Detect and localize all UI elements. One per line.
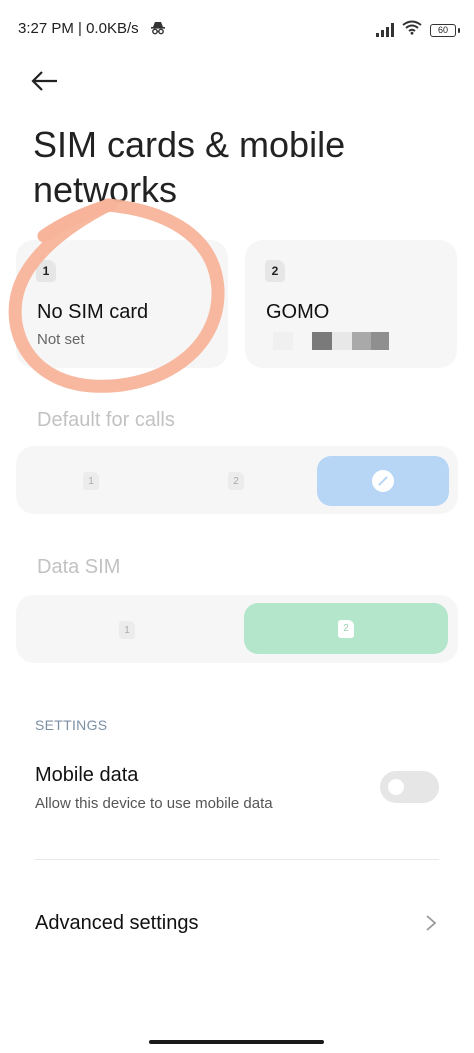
mobile-data-title: Mobile data bbox=[35, 764, 139, 786]
toggle-knob bbox=[388, 779, 404, 795]
signal-icon bbox=[376, 23, 394, 37]
advanced-settings-title: Advanced settings bbox=[35, 912, 199, 934]
sim-card-1[interactable]: 1 No SIM card Not set bbox=[16, 240, 228, 368]
sim-slot-badge: 1 bbox=[36, 260, 56, 282]
edit-icon bbox=[372, 470, 394, 492]
incognito-icon bbox=[150, 21, 166, 40]
data-option-sim1[interactable]: 1 bbox=[26, 605, 228, 655]
status-time: 3:27 PM | 0.0KB/s bbox=[18, 20, 139, 37]
data-sim-label: Data SIM bbox=[37, 556, 121, 578]
sim-slot-badge: 1 bbox=[119, 621, 135, 639]
sim-slot-badge: 2 bbox=[265, 260, 285, 282]
calls-option-ask[interactable] bbox=[317, 456, 449, 506]
mobile-data-toggle[interactable] bbox=[380, 771, 439, 803]
page-title: SIM cards & mobile networks bbox=[33, 124, 346, 210]
default-calls-selector: 1 2 bbox=[16, 446, 458, 514]
sim-name: No SIM card bbox=[37, 301, 149, 323]
home-indicator[interactable] bbox=[149, 1040, 324, 1044]
default-calls-label: Default for calls bbox=[37, 409, 175, 431]
sim-slot-badge: 1 bbox=[83, 472, 99, 490]
chevron-right-icon bbox=[424, 913, 438, 933]
sim-status: Not set bbox=[37, 331, 85, 348]
mobile-data-subtitle: Allow this device to use mobile data bbox=[35, 795, 273, 812]
data-sim-selector: 1 2 bbox=[16, 595, 458, 663]
sim-card-2[interactable]: 2 GOMO bbox=[245, 240, 457, 368]
back-arrow-icon bbox=[31, 71, 57, 91]
battery-icon: 60 bbox=[430, 23, 460, 37]
back-button[interactable] bbox=[30, 66, 70, 96]
divider bbox=[35, 859, 439, 860]
sim-slot-badge: 2 bbox=[338, 619, 354, 638]
status-bar: 3:27 PM | 0.0KB/s 60 bbox=[0, 0, 474, 60]
sim-slot-badge: 2 bbox=[228, 472, 244, 490]
battery-level: 60 bbox=[437, 25, 448, 35]
settings-section-header: SETTINGS bbox=[35, 717, 108, 733]
calls-option-sim1[interactable]: 1 bbox=[26, 456, 156, 506]
data-option-sim2[interactable]: 2 bbox=[244, 603, 448, 654]
calls-option-sim2[interactable]: 2 bbox=[171, 456, 301, 506]
wifi-icon bbox=[402, 20, 422, 40]
redacted-number bbox=[273, 332, 393, 350]
sim-name: GOMO bbox=[266, 301, 330, 323]
